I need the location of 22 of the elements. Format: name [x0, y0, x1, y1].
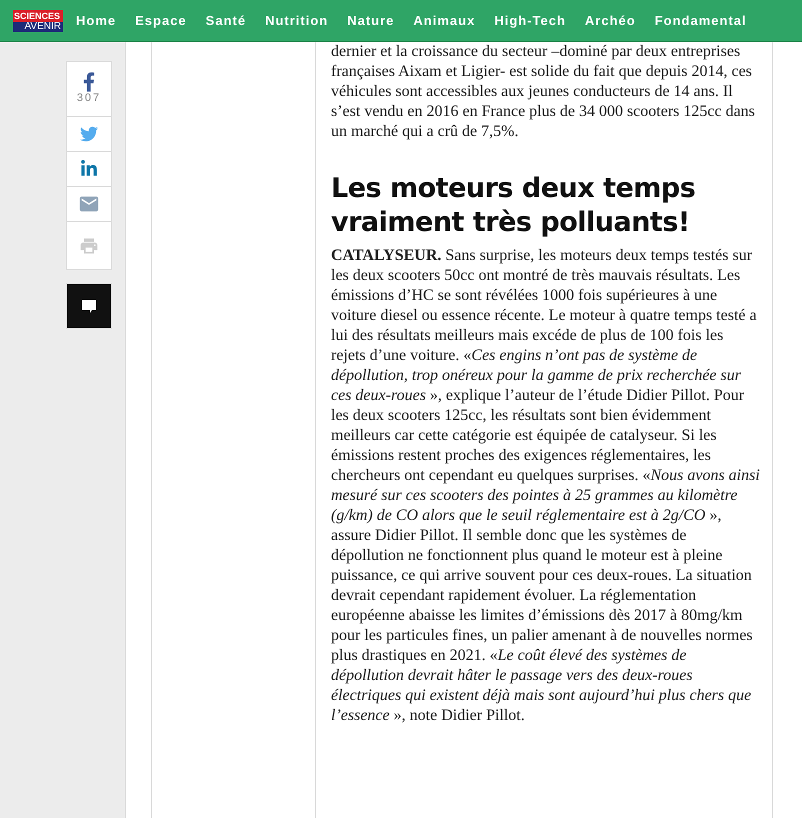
in-logo-icon — [80, 160, 98, 178]
article-paragraph: CATALYSEUR. Sans surprise, les moteurs deux temps testés sur les deux scooters 50cc ont montré de très mauvais résultats. Les émissions d’HC se sont révélées 1000 fois supérieures à une voiture diesel ou essence récente. Le moteur à quatre temps testé a lui des résultats meilleurs mais excéde de plus de 100 fois les rejets d’une voiture. «Ces engins n’ont pas de système de dépollution, trop onéreux pour la gamme de prix recherchée sur ces deux-roues », explique l’auteur de l’étude Didier Pillot. Pour les deux scooters 125cc, les résultats sont bien évidemment meilleurs car cette catégorie est équipée de catalyseur. Si les émissions restent proches des exigences réglementaires, les chercheurs ont cependant eu quelques surprises. «Nous avons ainsi mesuré sur ces scooters des pointes à 25 grammes au kilomètre (g/km) de CO alors que le seuil réglementaire est à 2g/CO », assure Didier Pillot. Il semble donc que les systèmes de dépollution ne fonctionnent plus quand le moteur est à pleine puissance, ce qui arrive souvent pour ces deux-roues. La situation devrait cependant rapidement évoluer. La réglementation européenne abaisse les limites d’émissions dès 2017 à 80mg/km pour les particules fines, un palier amenant à de nouvelles normes plus drastiques en 2021. «Le coût élevé des systèmes de dépollution devrait hâter le passage vers des deux-roues électriques qui existent déjà mais sont aujourd’hui plus chers que l’essence », note Didier Pillot. — [331, 246, 760, 726]
logo-top-text: SCIENCES — [13, 10, 63, 22]
article-paragraph: dernier et la croissance du secteur –dominé par deux entreprises françaises Aixam et Ligier- est solide du fait que depuis 2014, ces véhicules sont accessibles aux jeunes conducteurs de 14 ans. Il s’est vendu en 2016 en France plus de 34 000 scooters 125cc dans un marché qui a crû de 7,5%. — [331, 42, 756, 142]
share-count: 307 — [76, 92, 102, 106]
nav-link[interactable]: Espace — [135, 10, 187, 30]
nav-link[interactable]: Nutrition — [265, 10, 328, 30]
nav-link[interactable]: Home — [76, 10, 116, 30]
f-logo-icon — [83, 72, 95, 92]
nav-link[interactable]: Nature — [347, 10, 394, 30]
bird-icon — [79, 125, 99, 143]
nav-link[interactable]: Archéo — [584, 10, 636, 30]
nav-link[interactable]: Fondamental — [654, 10, 747, 30]
nav-link[interactable]: Santé — [206, 10, 246, 30]
section-heading: Les moteurs deux temps vraiment très polluants! — [331, 172, 696, 240]
speech-bubble-icon — [81, 298, 97, 314]
nav-link[interactable]: Animaux — [413, 10, 476, 30]
logo-bottom-text: AVENIR — [13, 22, 63, 32]
printer-icon — [79, 236, 99, 256]
nav-link[interactable]: High-Tech — [494, 10, 566, 30]
comment-button[interactable] — [66, 283, 112, 329]
site-logo[interactable]: SCIENCES AVENIR — [13, 10, 63, 32]
